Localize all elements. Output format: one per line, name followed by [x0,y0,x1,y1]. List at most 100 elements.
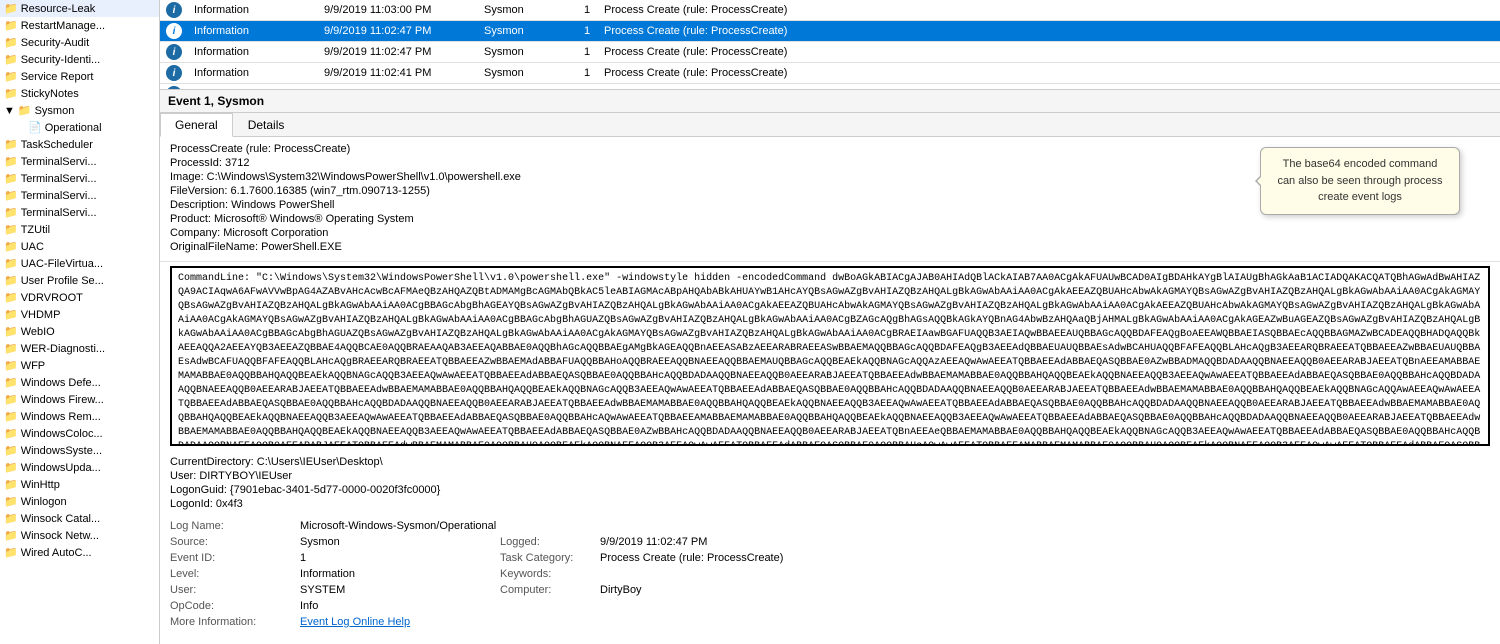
tab-general[interactable]: General [160,113,233,137]
sidebar-item-winhttp[interactable]: 📁 WinHttp [0,476,159,493]
sidebar-item-service-report[interactable]: 📁 Service Report [0,68,159,85]
sidebar-item-windows-defe[interactable]: 📁 Windows Defe... [0,374,159,391]
table-row[interactable]: iInformation9/9/2019 11:02:47 PMSysmon1P… [160,42,1500,63]
sidebar-item-taskscheduler[interactable]: 📁 TaskScheduler [0,136,159,153]
log-name-label: Log Name: [170,520,300,532]
sidebar-item-label: UAC [21,241,44,253]
sidebar-item-windows-firew[interactable]: 📁 Windows Firew... [0,391,159,408]
event-log-online-help-link[interactable]: Event Log Online Help [300,616,1490,628]
sidebar-item-windowssyste[interactable]: 📁 WindowsSyste... [0,442,159,459]
user-field: User: DIRTYBOY\IEUser [170,470,1490,482]
sidebar-item-label: WinHttp [21,479,60,491]
folder-icon: 📁 [4,478,18,491]
folder-icon: 📁 [4,206,18,219]
sidebar-item-operational[interactable]: 📄 Operational [0,119,159,136]
sidebar-item-wfp[interactable]: 📁 WFP [0,357,159,374]
sidebar-item-winsock-netw[interactable]: 📁 Winsock Netw... [0,527,159,544]
folder-icon: 📄 [28,121,42,134]
sidebar-item-winsock-catal[interactable]: 📁 Winsock Catal... [0,510,159,527]
level-label: Level: [170,568,300,580]
event-title: Event 1, Sysmon [168,94,264,108]
folder-icon: 📁 [4,189,18,202]
event-id: 1 [578,0,598,21]
table-row[interactable]: iInformation9/9/2019 11:02:41 PMSysmon1P… [160,63,1500,84]
table-row[interactable]: iInformation9/9/2019 11:03:00 PMSysmon1P… [160,0,1500,21]
sidebar-item-label: TerminalServi... [21,190,97,202]
logon-id: LogonId: 0x4f3 [170,498,1490,510]
event-task: Process Create (rule: ProcessCreate) [598,21,1500,42]
sidebar-item-uac-filevirtua[interactable]: 📁 UAC-FileVirtua... [0,255,159,272]
tabs-container: General Details [160,113,1500,137]
product: Product: Microsoft® Windows® Operating S… [170,213,1490,225]
keywords-label: Keywords: [500,568,600,580]
events-table-container[interactable]: iInformation9/9/2019 11:03:00 PMSysmon1P… [160,0,1500,90]
folder-icon: 📁 [4,240,18,253]
table-row[interactable]: iInformation9/9/2019 11:02:47 PMSysmon1P… [160,21,1500,42]
tab-details[interactable]: Details [233,113,300,137]
event-task: Process Create (rule: ProcessCreate) [598,42,1500,63]
source-label: Source: [170,536,300,548]
sidebar-item-vdrvroot[interactable]: 📁 VDRVROOT [0,289,159,306]
sidebar-item-label: WebIO [21,326,55,338]
folder-icon: 📁 [4,308,18,321]
sidebar-item-wer-diagnosti[interactable]: 📁 WER-Diagnosti... [0,340,159,357]
event-level: Information [188,21,318,42]
event-source: Sysmon [478,63,578,84]
sidebar-item-wired-autoc[interactable]: 📁 Wired AutoC... [0,544,159,561]
sidebar-item-winlogon[interactable]: 📁 Winlogon [0,493,159,510]
sidebar-item-vhdmp[interactable]: 📁 VHDMP [0,306,159,323]
sidebar-item-windowsupda[interactable]: 📁 WindowsUpda... [0,459,159,476]
sidebar-item-terminalservi2[interactable]: 📁 TerminalServi... [0,170,159,187]
sidebar-item-stickynotes[interactable]: 📁 StickyNotes [0,85,159,102]
folder-icon: 📁 [4,359,18,372]
sidebar-item-label: Windows Firew... [21,394,104,406]
sidebar-item-label: TerminalServi... [21,173,97,185]
log-name-value: Microsoft-Windows-Sysmon/Operational [300,520,1490,532]
sidebar-item-label: WindowsUpda... [21,462,101,474]
sidebar-item-label: WFP [21,360,45,372]
folder-icon: 📁 [4,376,18,389]
sidebar-item-label: Security-Audit [21,37,89,49]
sidebar-item-restart-manage[interactable]: 📁 RestartManage... [0,17,159,34]
event-level: Information [188,63,318,84]
sidebar-item-label: WER-Diagnosti... [21,343,105,355]
sidebar-item-sysmon[interactable]: ▼ 📁 Sysmon [0,102,159,119]
event-date: 9/9/2019 11:03:00 PM [318,0,478,21]
sidebar-item-label: TZUtil [21,224,50,236]
sidebar-item-label: RestartManage... [21,20,105,32]
sidebar-item-webio[interactable]: 📁 WebIO [0,323,159,340]
sidebar-item-resource-leak[interactable]: 📁 Resource-Leak [0,0,159,17]
sidebar-item-uac[interactable]: 📁 UAC [0,238,159,255]
sidebar-item-label: WindowsSyste... [21,445,102,457]
info-icon: i [166,2,182,18]
event-id: 1 [578,42,598,63]
sidebar-item-windows-rem[interactable]: 📁 Windows Rem... [0,408,159,425]
sidebar-item-windowscoloc[interactable]: 📁 WindowsColoc... [0,425,159,442]
sidebar-item-label: User Profile Se... [21,275,104,287]
folder-icon: 📁 [4,138,18,151]
logged-value: 9/9/2019 11:02:47 PM [600,536,1490,548]
event-task: Process Create (rule: ProcessCreate) [598,63,1500,84]
sidebar-item-terminalservi3[interactable]: 📁 TerminalServi... [0,187,159,204]
opcode-label: OpCode: [170,600,300,612]
sidebar-item-user-profile-se[interactable]: 📁 User Profile Se... [0,272,159,289]
folder-icon: 📁 [4,2,18,15]
sidebar-item-security-audit[interactable]: 📁 Security-Audit [0,34,159,51]
sidebar-item-label: Resource-Leak [21,3,96,15]
sidebar-item-terminalservi1[interactable]: 📁 TerminalServi... [0,153,159,170]
sidebar-item-tzutil[interactable]: 📁 TZUtil [0,221,159,238]
folder-icon: 📁 [4,223,18,236]
event-detail-content[interactable]: ProcessCreate (rule: ProcessCreate) Proc… [160,137,1500,644]
event-level: Information [188,42,318,63]
tooltip-text: The base64 encoded command can also be s… [1277,158,1442,203]
sidebar-item-label: Service Report [21,71,94,83]
sidebar-item-label: VHDMP [21,309,61,321]
user-label: User: [170,584,300,596]
event-source: Sysmon [478,21,578,42]
sidebar-item-label: TerminalServi... [21,207,97,219]
event-properties: Log Name: Microsoft-Windows-Sysmon/Opera… [160,512,1500,636]
level-value: Information [300,568,500,580]
sidebar-item-security-identi[interactable]: 📁 Security-Identi... [0,51,159,68]
sidebar-item-terminalservi4[interactable]: 📁 TerminalServi... [0,204,159,221]
bottom-fields: CurrentDirectory: C:\Users\IEUser\Deskto… [160,450,1500,512]
